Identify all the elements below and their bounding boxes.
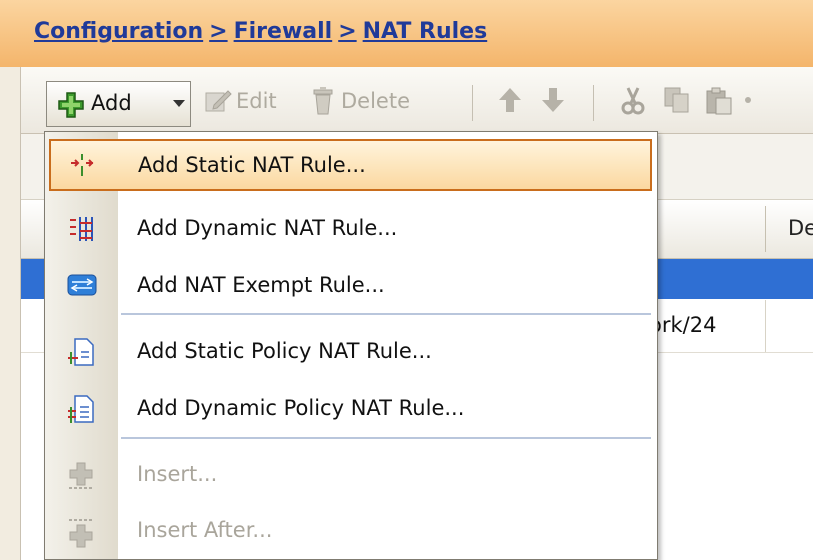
menu-item-add-dynamic-nat-rule[interactable]: Add Dynamic NAT Rule... (45, 202, 657, 256)
menu-item-label: Insert... (137, 462, 218, 486)
delete-button[interactable]: Delete (341, 89, 410, 113)
edit-button[interactable]: Edit (236, 89, 277, 113)
add-dropdown-menu: Add Static NAT Rule... Add Dynamic NAT R… (44, 131, 658, 560)
menu-item-add-static-nat-rule[interactable]: Add Static NAT Rule... (49, 139, 652, 191)
paste-icon[interactable] (706, 87, 732, 119)
breadcrumb-firewall[interactable]: Firewall (234, 19, 333, 44)
insert-icon (67, 461, 95, 495)
menu-item-insert[interactable]: Insert... (45, 448, 657, 502)
move-up-icon[interactable] (498, 87, 522, 117)
toolbar: Add Edit Delete (21, 67, 813, 134)
table-cell: ork/24 (649, 313, 717, 337)
menu-item-label: Add Dynamic NAT Rule... (137, 216, 398, 240)
menu-item-add-static-policy-nat-rule[interactable]: Add Static Policy NAT Rule... (45, 325, 657, 379)
toolbar-divider (593, 85, 594, 121)
breadcrumb: Configuration > Firewall > NAT Rules (34, 19, 487, 44)
breadcrumb-separator: > (209, 19, 228, 44)
add-button[interactable]: Add (46, 81, 191, 127)
toolbar-divider (472, 85, 473, 121)
breadcrumb-configuration[interactable]: Configuration (34, 19, 203, 44)
cut-icon[interactable] (621, 87, 645, 119)
dynamic-policy-nat-icon (67, 395, 95, 429)
menu-item-label: Insert After... (137, 518, 273, 542)
page-header: Configuration > Firewall > NAT Rules (0, 0, 813, 68)
add-plus-icon (58, 92, 84, 122)
menu-separator (121, 437, 651, 439)
paste-dropdown-icon[interactable] (743, 87, 753, 117)
add-button-label: Add (91, 91, 132, 115)
move-down-icon[interactable] (541, 87, 565, 117)
column-divider (765, 300, 766, 352)
edit-icon (204, 87, 232, 117)
breadcrumb-nat-rules[interactable]: NAT Rules (363, 19, 488, 44)
menu-item-label: Add Static NAT Rule... (138, 153, 366, 177)
menu-item-add-dynamic-policy-nat-rule[interactable]: Add Dynamic Policy NAT Rule... (45, 382, 657, 436)
static-nat-icon (68, 152, 96, 182)
trash-icon (311, 87, 335, 119)
copy-icon[interactable] (664, 87, 690, 117)
static-policy-nat-icon (67, 338, 95, 372)
chevron-down-icon[interactable] (173, 100, 185, 107)
column-divider (765, 206, 766, 252)
menu-item-label: Add Dynamic Policy NAT Rule... (137, 396, 465, 420)
left-frame-border (0, 67, 21, 560)
menu-item-insert-after[interactable]: Insert After... (45, 504, 657, 558)
dynamic-nat-icon (67, 215, 95, 247)
insert-after-icon (67, 517, 95, 553)
menu-item-label: Add Static Policy NAT Rule... (137, 339, 432, 363)
menu-item-label: Add NAT Exempt Rule... (137, 273, 385, 297)
breadcrumb-separator: > (338, 19, 357, 44)
menu-item-add-nat-exempt-rule[interactable]: Add NAT Exempt Rule... (45, 259, 657, 313)
column-header[interactable]: De (788, 216, 813, 240)
menu-separator (121, 313, 651, 315)
nat-exempt-icon (67, 272, 97, 302)
